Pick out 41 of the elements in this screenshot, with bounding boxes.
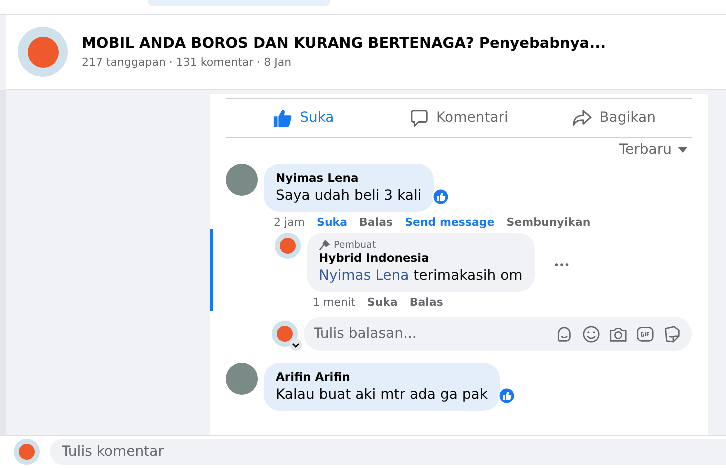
comment-action-link[interactable]: Sembunyikan	[506, 216, 591, 229]
avatar[interactable]	[226, 164, 258, 196]
comment-action-link[interactable]: Suka	[367, 296, 398, 309]
emoji-icon[interactable]	[582, 325, 601, 344]
comment-text: Kalau buat aki mtr ada ga pak	[276, 387, 488, 403]
post-meta: 217 tanggapan · 131 komentar · 8 Jan	[82, 56, 293, 68]
thumbs-up-icon	[273, 108, 292, 128]
chevron-down-icon[interactable]	[290, 339, 302, 351]
caret-icon	[678, 147, 688, 153]
share-arrow-icon	[572, 108, 592, 128]
comment-author[interactable]: Hybrid Indonesia	[319, 251, 523, 265]
sort-dropdown[interactable]: Terbaru	[615, 142, 692, 158]
like-reaction-icon	[432, 188, 450, 206]
comment-author[interactable]: Arifin Arifin	[276, 370, 488, 384]
avatar[interactable]	[275, 233, 301, 259]
comment-action-link[interactable]: Balas	[360, 216, 394, 229]
comment-action-link[interactable]: Balas	[410, 296, 444, 309]
action-button[interactable]: Suka	[226, 99, 382, 137]
gif-icon[interactable]	[636, 325, 655, 344]
more-options-icon[interactable]	[554, 263, 569, 267]
post-title: MOBIL ANDA BOROS DAN KURANG BERTENAGA? Penyebabnya...	[82, 36, 606, 52]
avatar-sticker-icon[interactable]	[555, 325, 574, 344]
reply-input-field[interactable]: Tulis balasan...	[304, 317, 692, 351]
author-role-label: Pembuat	[334, 240, 376, 251]
sticker-icon[interactable]	[663, 325, 682, 344]
comment-time[interactable]: 1 menit	[313, 296, 356, 309]
avatar[interactable]	[14, 439, 40, 465]
comment-author[interactable]: Nyimas Lena	[276, 171, 422, 185]
comment-time[interactable]: 2 jam	[274, 216, 306, 229]
action-button[interactable]: Komentari	[381, 99, 537, 137]
comment-action-link[interactable]: Suka	[317, 216, 348, 229]
comment-text: Saya udah beli 3 kali	[276, 188, 422, 204]
speech-bubble-icon	[410, 108, 429, 128]
like-reaction-icon	[498, 387, 516, 405]
comment-input-field[interactable]: Tulis komentar	[50, 439, 726, 465]
avatar[interactable]	[226, 363, 258, 395]
action-button[interactable]: Bagikan	[536, 99, 692, 137]
comment-action-link[interactable]: Send message	[405, 216, 495, 229]
comment-text: Nyimas Lena terimakasih om	[319, 268, 523, 284]
page-avatar[interactable]	[18, 27, 68, 77]
camera-icon[interactable]	[609, 325, 628, 344]
